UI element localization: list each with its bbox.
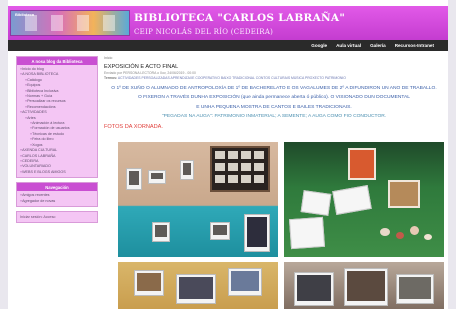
body-line: "PEGADAS NA AUGA": PATRIMONIO INMATERIAL… [161, 113, 387, 119]
nav-google[interactable]: Google [311, 43, 327, 48]
sidebar-login-box: Iniciar sesión: Acceso [16, 210, 98, 223]
sidebar-menu-title: A nosa blog da Biblioteca [17, 57, 97, 65]
tags-list[interactable]: ACTIVIDADES PERSOALIZADAS APRENDIZAXE CO… [118, 76, 346, 80]
site-logo-banner[interactable]: Biblioteca [10, 10, 130, 36]
sidebar-navigation-title: Navegación [17, 183, 97, 192]
photos-heading: FOTOS DA XORNADA. [104, 124, 163, 131]
photo-exhibition-wall[interactable] [118, 142, 278, 257]
sidebar-item-agregador[interactable]: Agregador de novas [20, 199, 94, 204]
site-header: Biblioteca BIBLIOTECA "CARLOS LABRAÑA" C… [8, 6, 448, 40]
nav-galeria[interactable]: Galería [370, 43, 386, 48]
post-title[interactable]: EXPOSICIÓN E ACTO FINAL [104, 64, 444, 70]
body-line: E UNHA PEQUENA MOSTRA DE CANTOS E BAILES… [196, 104, 352, 110]
tags-label: Termos: [104, 76, 118, 80]
site-subtitle: CEIP NICOLÁS DEL RÍO (CEDEIRA) [134, 28, 274, 36]
sidebar-navigation-box: Navegación Amigos recentes Agregador de … [16, 182, 98, 207]
nav-aula-virtual[interactable]: Aula virtual [336, 43, 361, 48]
sidebar: A nosa blog da Biblioteca Inicio do blog… [16, 56, 98, 227]
sidebar-navigation-menu: Amigos recentes Agregador de novas [17, 191, 97, 206]
site-title[interactable]: BIBLIOTECA "CARLOS LABRAÑA" [134, 12, 345, 24]
primary-nav: Google Aula virtual Galería Recursos-Int… [311, 40, 434, 51]
post-tags: Termos: ACTIVIDADES PERSOALIZADAS APREND… [104, 76, 444, 80]
photo-display-table[interactable] [284, 142, 444, 257]
login-link[interactable]: Iniciar sesión: Acceso [20, 215, 55, 219]
nav-recursos-intranet[interactable]: Recursos-Intranet [395, 43, 434, 48]
photo-bottom-right[interactable] [284, 262, 444, 309]
post-meta: Enviado por PERSONA LECTORA o Xov, 24/06… [104, 71, 196, 75]
sidebar-menu-box: A nosa blog da Biblioteca Inicio do blog… [16, 56, 98, 179]
sidebar-menu: Inicio do blogA NOSA BIBLIOTECACatálogoE… [17, 65, 97, 177]
body-line: O 1º DE XUÑO O ALUMNADO DE ANTROPOLOXÍA … [111, 86, 437, 91]
breadcrumb[interactable]: Inicio [104, 56, 444, 60]
post-body: O 1º DE XUÑO O ALUMNADO DE ANTROPOLOXÍA … [104, 84, 444, 121]
top-navbar: Google Aula virtual Galería Recursos-Int… [8, 40, 448, 51]
page: Biblioteca BIBLIOTECA "CARLOS LABRAÑA" C… [8, 0, 448, 309]
body-line: O FIXERON A TRAVÉS DUNHA EXPOSICIÓN (que… [137, 95, 411, 101]
photo-bottom-left[interactable] [118, 262, 278, 309]
sidebar-item-webs-e-blogs-amigos[interactable]: WEBS E BLOGS AMIGOS [20, 170, 94, 175]
